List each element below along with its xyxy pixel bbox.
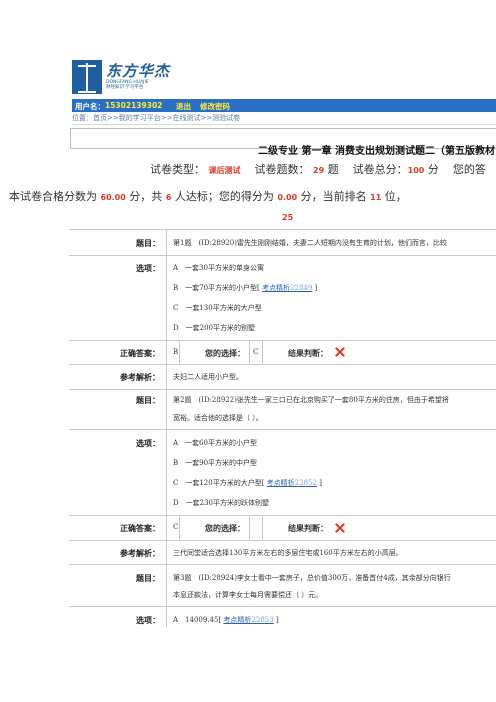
logo-name: 东方华杰 xyxy=(106,62,171,80)
options-row: 选项： A 一套60平方米的小户型 B 一套90平方米的中户型 C 一套120平… xyxy=(69,429,496,516)
analysis-label: 参考解析： xyxy=(120,372,160,382)
your-choice-label: 您的选择： xyxy=(205,348,245,358)
question-count: 29 xyxy=(313,166,325,175)
option-a: A 14009.45[ 考点精析22853 ] xyxy=(173,616,279,624)
kd-link[interactable]: 考点精析22853 xyxy=(223,616,273,624)
user-label: 用户名： xyxy=(75,102,105,111)
question-table: 题目： 第1题 (ID:28920)雷先生刚刚结婚，夫妻二人短期内没有生育的计划… xyxy=(69,229,496,627)
question-text-2: 宽裕。适合他的选择是（ ）。 xyxy=(173,414,263,422)
user-bar: 用户名： 15302139302 退出 修改密码 xyxy=(72,99,496,112)
options-label: 选项： xyxy=(136,438,160,448)
options-row: 选项： A 一套30平方米的单身公寓 B 一套70平方米的小户型[ 考点精析22… xyxy=(69,255,496,341)
options-label: 选项： xyxy=(136,263,160,273)
kd-link[interactable]: 考点精析22849 xyxy=(262,284,312,292)
exam-type: 课后测试 xyxy=(208,166,241,175)
analysis-label: 参考解析： xyxy=(120,548,160,558)
kd-link[interactable]: 考点精析22852 xyxy=(267,479,317,487)
wrong-icon xyxy=(335,523,345,533)
question-text-2: 本息还款法，计算李女士每月需要偿还（ ）元。 xyxy=(173,591,323,599)
question-row: 题目： 第3题 (ID:28924)李女士看中一套房子，总价值300万，准备首付… xyxy=(69,564,496,607)
question-text: 第1题 (ID:28920)雷先生刚刚结婚，夫妻二人短期内没有生育的计划，他们而… xyxy=(173,239,447,247)
correct-label: 正确答案： xyxy=(120,523,160,533)
question-row: 题目： 第2题 (ID:28922)张先生一家三口已在北京购买了一套80平方米的… xyxy=(69,389,496,430)
analysis-row: 参考解析： 夫妇二人适用小户型。 xyxy=(69,364,496,390)
question-text: 第3题 (ID:28924)李女士看中一套房子，总价值300万，准备首付4成，其… xyxy=(173,574,451,582)
exam-title: 二级专业 第一章 消费支出规划测试题二（第五版教材 xyxy=(258,146,495,157)
option-a: A 一套30平方米的单身公寓 xyxy=(173,264,264,272)
analysis-text: 夫妇二人适用小户型。 xyxy=(173,373,243,381)
exam-meta: 试卷类型： 课后测试 试卷题数： 29 题 试卷总分：100 分 您的答 xyxy=(150,163,486,176)
options-label: 选项： xyxy=(136,615,160,625)
logo-tagline: DONGFANG HUAJIE 财经知识 学习平台 xyxy=(106,80,149,90)
logout-link[interactable]: 退出 xyxy=(176,101,191,112)
analysis-text: 三代同堂适合选择130平方米左右的多层住宅或160平方米左右的小高层。 xyxy=(173,549,403,557)
answer-row: 正确答案： B 您的选择： C 结果判断： xyxy=(69,340,496,365)
result-label: 结果判断： xyxy=(288,348,328,358)
options-row: 选项： A 14009.45[ 考点精析22853 ] xyxy=(69,606,496,627)
question-label: 题目： xyxy=(136,573,160,583)
user-phone: 15302139302 xyxy=(105,101,163,110)
option-d: D 一套230平方米的跃体别墅 xyxy=(173,499,269,507)
divider xyxy=(72,124,496,125)
breadcrumb[interactable]: 位置：首页>>我的学习平台>>在线测试>>测验试卷 xyxy=(72,113,240,123)
option-a: A 一套60平方米的小户型 xyxy=(173,439,257,447)
exam-result-summary: 本试卷合格分数为 60.00 分，共 6 人达标；您的得分为 0.00 分，当前… xyxy=(9,190,407,203)
result-label: 结果判断： xyxy=(288,523,328,533)
rank: 11 xyxy=(370,193,382,202)
pass-score: 60.00 xyxy=(100,193,126,202)
question-label: 题目： xyxy=(136,395,160,405)
option-b: B 一套90平方米的中户型 xyxy=(173,459,258,467)
question-label: 题目： xyxy=(136,238,160,248)
your-choice: C xyxy=(253,348,259,356)
analysis-row: 参考解析： 三代同堂适合选择130平方米左右的多层住宅或160平方米左右的小高层… xyxy=(69,540,496,565)
option-b: B 一套70平方米的小户型[ 考点精析22849 ] xyxy=(173,284,318,292)
change-password-link[interactable]: 修改密码 xyxy=(200,101,230,112)
answer-row: 正确答案： C 您的选择： 结果判断： xyxy=(69,515,496,541)
question-row: 题目： 第1题 (ID:28920)雷先生刚刚结婚，夫妻二人短期内没有生育的计划… xyxy=(69,230,496,256)
option-d: D 一套200平方米的别墅 xyxy=(173,324,255,332)
question-text: 第2题 (ID:28922)张先生一家三口已在北京购买了一套80平方米的住房，但… xyxy=(173,396,449,404)
site-logo: 东方华杰 DONGFANG HUAJIE 财经知识 学习平台 xyxy=(72,60,192,94)
your-score: 0.00 xyxy=(277,193,298,202)
rank-total: 25 xyxy=(282,213,294,222)
your-choice-label: 您的选择： xyxy=(205,523,245,533)
correct-answer: C xyxy=(173,523,179,531)
option-c: C 一套120平方米的大户型[ 考点精析22852 ] xyxy=(173,479,322,487)
passed-count: 6 xyxy=(165,193,172,202)
wrong-icon xyxy=(335,347,345,357)
logo-mark-icon xyxy=(72,60,102,94)
correct-answer: B xyxy=(173,348,179,356)
correct-label: 正确答案： xyxy=(120,348,160,358)
total-score: 100 xyxy=(407,166,425,175)
option-c: C 一套130平方米的大户型 xyxy=(173,304,262,312)
